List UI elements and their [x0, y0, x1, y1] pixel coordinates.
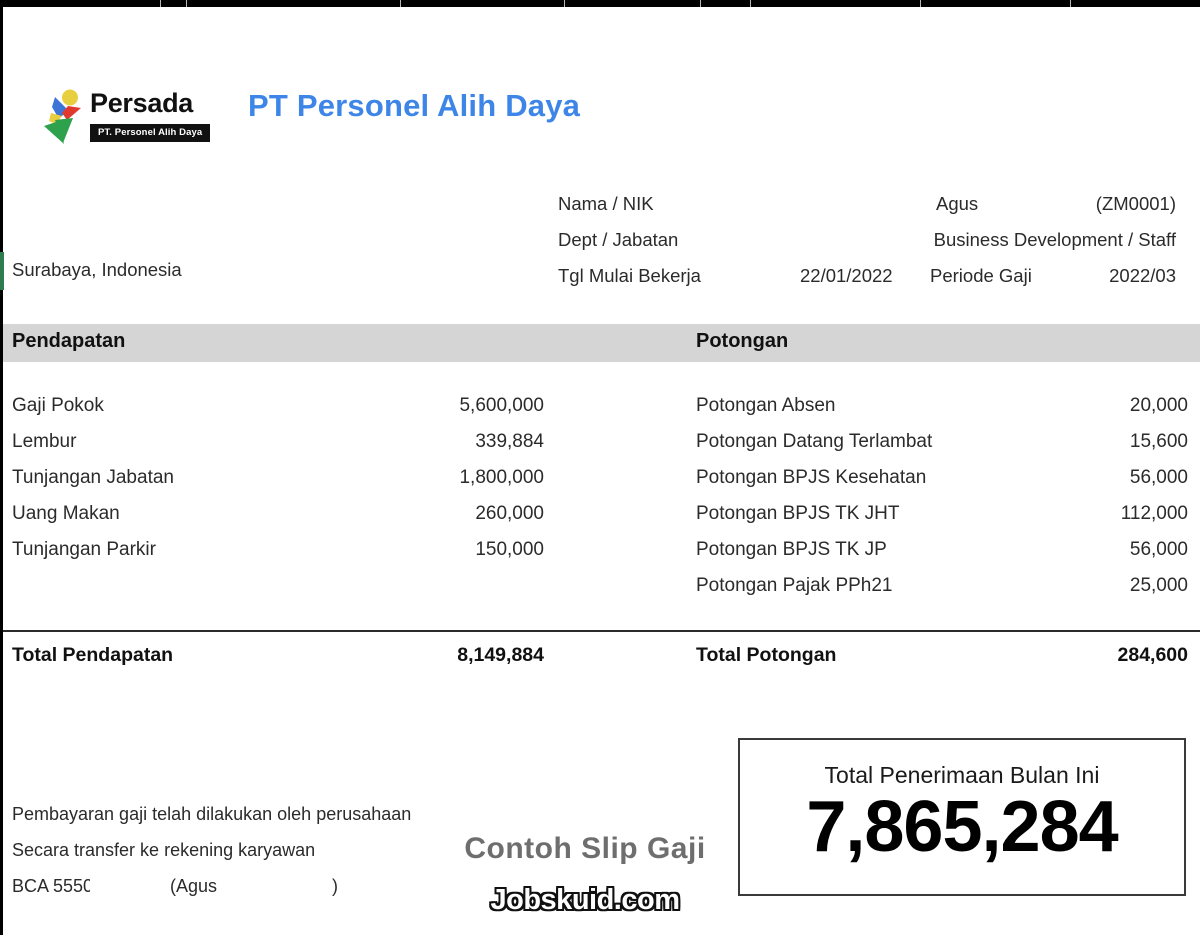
income-item-amount: 1,800,000 — [459, 467, 544, 488]
total-pendapatan-row: Total Pendapatan 8,149,884 — [12, 640, 544, 670]
info-value-nama: Agus — [936, 193, 979, 214]
persada-logo-icon — [44, 89, 81, 144]
income-item-label: Tunjangan Jabatan — [12, 467, 174, 488]
deduction-item-amount: 56,000 — [1129, 539, 1188, 560]
info-label-periode-gaji: Periode Gaji — [930, 265, 1032, 286]
section-header-band — [3, 324, 1200, 362]
watermark-sample-text: Contoh Slip Gaji — [464, 832, 706, 865]
info-value-tgl-mulai: 22/01/2022 — [800, 265, 893, 286]
info-label-dept: Dept / Jabatan — [558, 229, 679, 250]
info-label-nama: Nama / NIK — [558, 193, 654, 214]
deduction-row: Potongan BPJS TK JHT 112,000 — [696, 496, 1188, 532]
income-item-list: Gaji Pokok 5,600,000 Lembur 339,884 Tunj… — [12, 388, 544, 568]
deduction-item-amount: 20,000 — [1129, 395, 1188, 416]
deduction-item-label: Potongan BPJS Kesehatan — [696, 467, 927, 488]
deduction-row: Potongan Absen 20,000 — [696, 388, 1188, 424]
company-location: Surabaya, Indonesia — [12, 259, 182, 280]
info-value-nik: (ZM0001) — [1095, 193, 1176, 214]
employee-info-block: Nama / NIK Agus (ZM0001) Dept / Jabatan … — [558, 186, 1188, 294]
total-pendapatan-label: Total Pendapatan — [12, 644, 174, 666]
deduction-row: Potongan Pajak PPh21 25,000 — [696, 568, 1188, 604]
net-pay-box: Total Penerimaan Bulan Ini 7,865,284 — [738, 738, 1186, 896]
deduction-item-label: Potongan Pajak PPh21 — [696, 575, 893, 596]
info-row-nama: Nama / NIK Agus (ZM0001) — [558, 186, 1188, 222]
payment-note-line-1: Pembayaran gaji telah dilakukan oleh per… — [12, 804, 412, 824]
spreadsheet-column-header-bar — [0, 0, 1200, 7]
info-row-tgl-mulai: Tgl Mulai Bekerja 22/01/2022 Periode Gaj… — [558, 258, 1188, 294]
spreadsheet-row-header-bar — [0, 7, 3, 935]
net-pay-label: Total Penerimaan Bulan Ini — [824, 762, 1100, 788]
income-item-label: Tunjangan Parkir — [12, 539, 156, 560]
company-logo: Persada PT. Personel Alih Daya — [42, 88, 211, 150]
info-row-dept: Dept / Jabatan Business Development / St… — [558, 222, 1188, 258]
deduction-row: Potongan Datang Terlambat 15,600 — [696, 424, 1188, 460]
payslip-sheet: Persada PT. Personel Alih Daya PT Person… — [0, 0, 1200, 935]
deduction-item-amount: 56,000 — [1129, 467, 1188, 488]
deduction-item-amount: 15,600 — [1129, 431, 1188, 452]
income-item-amount: 339,884 — [475, 431, 544, 452]
income-item-amount: 5,600,000 — [459, 395, 544, 416]
income-row: Uang Makan 260,000 — [12, 496, 544, 532]
logo-tagline: PT. Personel Alih Daya — [90, 124, 211, 142]
income-row: Lembur 339,884 — [12, 424, 544, 460]
total-potongan-row: Total Potongan 284,600 — [696, 640, 1188, 670]
income-item-amount: 260,000 — [475, 503, 544, 524]
total-potongan-amount: 284,600 — [1117, 644, 1189, 666]
deduction-item-amount: 25,000 — [1129, 575, 1188, 596]
total-pendapatan-amount: 8,149,884 — [457, 644, 544, 666]
deduction-item-label: Potongan Absen — [696, 395, 836, 416]
deduction-item-label: Potongan Datang Terlambat — [696, 431, 933, 452]
income-item-label: Lembur — [12, 431, 77, 452]
info-value-periode-gaji: 2022/03 — [1109, 265, 1176, 286]
income-item-amount: 150,000 — [475, 539, 544, 560]
section-title-pendapatan: Pendapatan — [12, 330, 126, 352]
logo-wordmark: Persada — [90, 88, 193, 118]
income-row: Tunjangan Parkir 150,000 — [12, 532, 544, 568]
info-value-dept: Business Development / Staff — [933, 229, 1176, 250]
company-title: PT Personel Alih Daya — [248, 88, 581, 123]
totals-divider — [3, 630, 1200, 632]
income-row: Gaji Pokok 5,600,000 — [12, 388, 544, 424]
income-item-label: Gaji Pokok — [12, 395, 104, 416]
section-title-potongan: Potongan — [696, 330, 789, 352]
info-label-tgl-mulai: Tgl Mulai Bekerja — [558, 265, 701, 286]
watermark-site-text: Jobskuid.com — [490, 884, 681, 916]
deduction-item-label: Potongan BPJS TK JHT — [696, 503, 900, 524]
income-item-label: Uang Makan — [12, 503, 120, 524]
income-row: Tunjangan Jabatan 1,800,000 — [12, 460, 544, 496]
deduction-row: Potongan BPJS TK JP 56,000 — [696, 532, 1188, 568]
deduction-item-list: Potongan Absen 20,000 Potongan Datang Te… — [696, 388, 1188, 604]
deduction-item-amount: 112,000 — [1120, 503, 1188, 524]
deduction-item-label: Potongan BPJS TK JP — [696, 539, 887, 560]
deduction-row: Potongan BPJS Kesehatan 56,000 — [696, 460, 1188, 496]
total-potongan-label: Total Potongan — [696, 644, 837, 666]
cell-selection-marker — [0, 252, 4, 290]
